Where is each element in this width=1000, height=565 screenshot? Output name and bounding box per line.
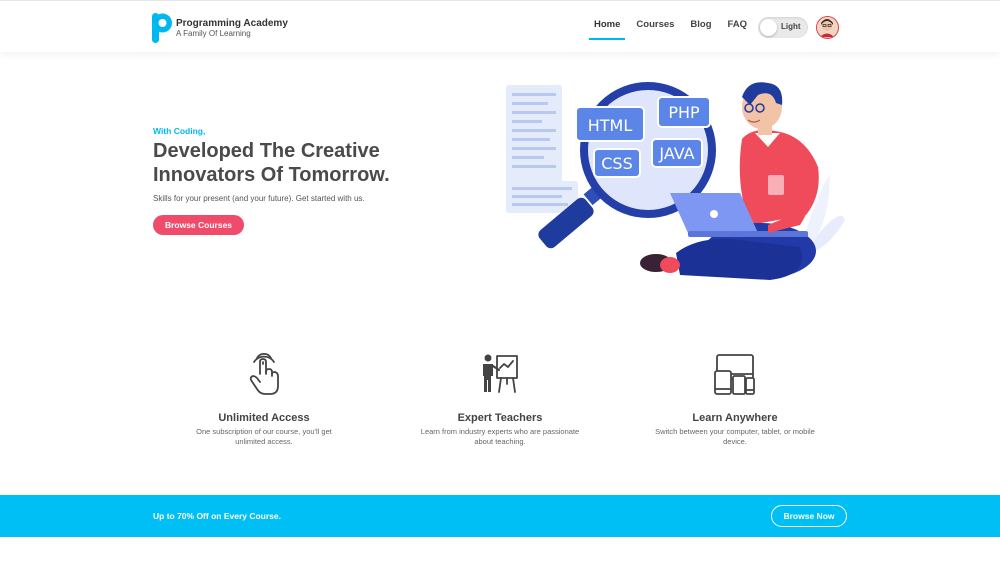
promo-banner: Up to 70% Off on Every Course. Browse No…	[0, 495, 1000, 537]
theme-toggle[interactable]: Light	[758, 17, 808, 38]
feature-learn-anywhere: Learn Anywhere Switch between your compu…	[645, 352, 825, 447]
tag-java: JAVA	[658, 144, 694, 163]
browse-now-button[interactable]: Browse Now	[771, 505, 847, 527]
avatar-icon	[817, 17, 837, 37]
touch-hand-icon	[249, 352, 279, 395]
promo-text: Up to 70% Off on Every Course.	[153, 511, 281, 521]
user-avatar[interactable]	[816, 16, 839, 39]
nav-blog[interactable]: Blog	[690, 19, 711, 30]
brand-title: Programming Academy	[176, 17, 288, 29]
nav-courses[interactable]: Courses	[636, 19, 674, 30]
feature-title: Unlimited Access	[218, 412, 310, 424]
site-header: Programming Academy A Family Of Learning…	[0, 0, 1000, 52]
main-nav: Home Courses Blog FAQ	[588, 19, 763, 40]
feature-title: Learn Anywhere	[692, 412, 778, 424]
feature-description: One subscription of our course, you'll g…	[196, 427, 332, 446]
logo-icon	[152, 13, 172, 43]
theme-toggle-label: Light	[781, 22, 801, 31]
toggle-knob	[760, 19, 777, 36]
tag-html: HTML	[588, 116, 633, 135]
brand-subtitle: A Family Of Learning	[176, 29, 251, 39]
nav-home[interactable]: Home	[588, 19, 626, 40]
tag-css: CSS	[601, 154, 632, 173]
hero-title: Developed The Creative Innovators Of Tom…	[153, 140, 390, 186]
feature-title: Expert Teachers	[457, 412, 543, 424]
brand[interactable]: Programming Academy A Family Of Learning	[152, 13, 288, 43]
feature-unlimited-access: Unlimited Access One subscription of our…	[174, 352, 354, 447]
feature-expert-teachers: Expert Teachers Learn from industry expe…	[410, 352, 590, 447]
feature-description: Learn from industry experts who are pass…	[420, 427, 580, 446]
nav-faq[interactable]: FAQ	[728, 19, 748, 30]
hero-tagline: With Coding,	[153, 126, 206, 136]
feature-description: Switch between your computer, tablet, or…	[655, 427, 815, 446]
browse-courses-button[interactable]: Browse Courses	[153, 215, 244, 235]
tag-php: PHP	[668, 103, 700, 122]
hero-subtitle: Skills for your present (and your future…	[153, 194, 365, 203]
devices-icon	[714, 354, 755, 395]
teacher-board-icon	[483, 354, 518, 393]
hero-illustration: HTML PHP CSS JAVA	[506, 82, 845, 280]
